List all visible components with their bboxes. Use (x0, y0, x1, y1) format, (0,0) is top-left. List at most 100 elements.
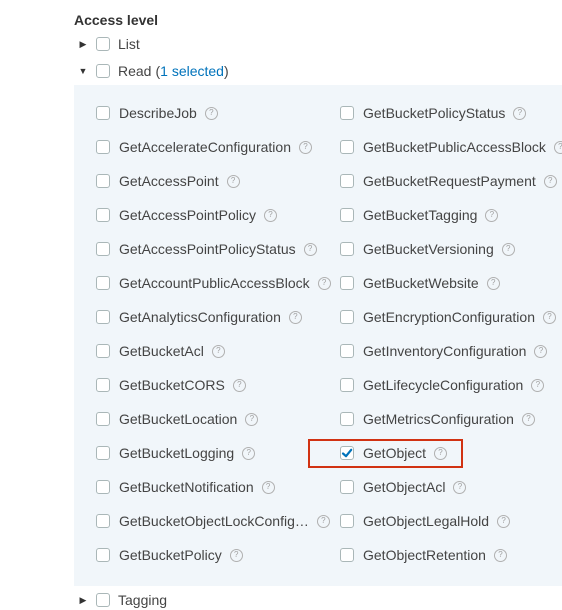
action-checkbox[interactable] (96, 344, 110, 358)
group-row-tagging[interactable]: ▶ Tagging (76, 590, 168, 610)
group-checkbox-read[interactable] (96, 64, 110, 78)
help-icon[interactable]: ? (245, 412, 259, 426)
action-row[interactable]: GetBucketWebsite? (340, 273, 500, 293)
selected-count-link[interactable]: 1 selected (160, 63, 224, 79)
help-icon[interactable]: ? (204, 106, 218, 120)
action-row[interactable]: GetObjectRetention? (340, 545, 507, 565)
action-checkbox[interactable] (340, 310, 354, 324)
action-row[interactable]: GetAccountPublicAccessBlock? (96, 273, 331, 293)
action-label: GetAnalyticsConfiguration (119, 309, 281, 325)
action-checkbox[interactable] (96, 208, 110, 222)
action-checkbox[interactable] (96, 480, 110, 494)
help-icon[interactable]: ? (534, 344, 548, 358)
action-label: DescribeJob (119, 105, 197, 121)
action-row[interactable]: GetObjectAcl? (340, 477, 467, 497)
action-checkbox[interactable] (96, 242, 110, 256)
help-icon[interactable]: ? (229, 548, 243, 562)
group-row-read[interactable]: ▼ Read ( 1 selected ) (76, 61, 229, 81)
action-row[interactable]: GetAccessPointPolicy? (96, 205, 277, 225)
action-row[interactable]: GetBucketAcl? (96, 341, 225, 361)
help-icon[interactable]: ? (497, 514, 511, 528)
action-row[interactable]: GetBucketLocation? (96, 409, 259, 429)
action-row[interactable]: GetBucketVersioning? (340, 239, 515, 259)
action-row[interactable]: DescribeJob? (96, 103, 218, 123)
action-checkbox[interactable] (96, 446, 110, 460)
help-icon[interactable]: ? (501, 242, 515, 256)
action-row[interactable]: GetInventoryConfiguration? (340, 341, 548, 361)
action-row[interactable]: GetBucketObjectLockConfig…? (96, 511, 330, 531)
action-checkbox[interactable] (340, 208, 354, 222)
action-row[interactable]: GetBucketTagging? (340, 205, 499, 225)
help-icon[interactable]: ? (486, 276, 500, 290)
action-row[interactable]: GetLifecycleConfiguration? (340, 375, 545, 395)
help-icon[interactable]: ? (485, 208, 499, 222)
help-icon[interactable]: ? (543, 310, 556, 324)
action-row[interactable]: GetBucketPolicy? (96, 545, 243, 565)
action-row[interactable]: GetBucketRequestPayment? (340, 171, 557, 191)
help-icon[interactable]: ? (211, 344, 225, 358)
action-label: GetAccessPointPolicy (119, 207, 256, 223)
help-icon[interactable]: ? (299, 140, 312, 154)
caret-right-icon[interactable]: ▶ (76, 39, 90, 50)
action-row[interactable]: GetBucketNotification? (96, 477, 275, 497)
action-row[interactable]: GetAnalyticsConfiguration? (96, 307, 302, 327)
action-row[interactable]: GetBucketLogging? (96, 443, 256, 463)
help-icon[interactable]: ? (317, 276, 331, 290)
action-row[interactable]: GetBucketPolicyStatus? (340, 103, 527, 123)
help-icon[interactable]: ? (263, 208, 277, 222)
action-row[interactable]: GetAccessPoint? (96, 171, 240, 191)
action-checkbox[interactable] (96, 174, 110, 188)
action-row[interactable]: GetEncryptionConfiguration? (340, 307, 556, 327)
action-label: GetEncryptionConfiguration (363, 309, 535, 325)
help-icon[interactable]: ? (453, 480, 467, 494)
help-icon[interactable]: ? (288, 310, 302, 324)
action-label: GetBucketRequestPayment (363, 173, 536, 189)
action-label: GetObjectLegalHold (363, 513, 490, 529)
action-checkbox[interactable] (340, 480, 354, 494)
action-checkbox[interactable] (340, 276, 354, 290)
action-row[interactable]: GetMetricsConfiguration? (340, 409, 535, 429)
action-checkbox[interactable] (340, 106, 354, 120)
help-icon[interactable]: ? (303, 242, 317, 256)
group-checkbox-list[interactable] (96, 37, 110, 51)
help-icon[interactable]: ? (226, 174, 240, 188)
group-label-tagging: Tagging (118, 592, 168, 608)
action-checkbox[interactable] (96, 412, 110, 426)
action-row[interactable]: GetAccelerateConfiguration? (96, 137, 312, 157)
action-checkbox[interactable] (96, 106, 110, 120)
help-icon[interactable]: ? (242, 446, 256, 460)
action-checkbox[interactable] (96, 514, 110, 528)
help-icon[interactable]: ? (553, 140, 562, 154)
action-checkbox[interactable] (340, 140, 354, 154)
action-checkbox[interactable] (96, 310, 110, 324)
action-checkbox[interactable] (340, 514, 354, 528)
action-row[interactable]: GetObjectLegalHold? (340, 511, 511, 531)
action-row[interactable]: GetAccessPointPolicyStatus? (96, 239, 317, 259)
action-row[interactable]: GetBucketPublicAccessBlock? (340, 137, 562, 157)
help-icon[interactable]: ? (543, 174, 557, 188)
action-checkbox[interactable] (340, 548, 354, 562)
action-label: GetBucketPublicAccessBlock (363, 139, 546, 155)
action-label: GetMetricsConfiguration (363, 411, 514, 427)
action-checkbox[interactable] (340, 174, 354, 188)
help-icon[interactable]: ? (513, 106, 527, 120)
action-checkbox[interactable] (340, 242, 354, 256)
action-checkbox[interactable] (340, 344, 354, 358)
help-icon[interactable]: ? (232, 378, 246, 392)
caret-right-icon[interactable]: ▶ (76, 595, 90, 606)
action-checkbox[interactable] (340, 378, 354, 392)
action-row[interactable]: GetBucketCORS? (96, 375, 246, 395)
caret-down-icon[interactable]: ▼ (76, 66, 90, 76)
help-icon[interactable]: ? (316, 514, 330, 528)
action-checkbox[interactable] (96, 140, 110, 154)
action-checkbox[interactable] (96, 548, 110, 562)
help-icon[interactable]: ? (261, 480, 275, 494)
help-icon[interactable]: ? (531, 378, 545, 392)
help-icon[interactable]: ? (521, 412, 535, 426)
action-checkbox[interactable] (340, 412, 354, 426)
action-checkbox[interactable] (96, 378, 110, 392)
action-checkbox[interactable] (96, 276, 110, 290)
action-label: GetBucketAcl (119, 343, 204, 359)
group-row-list[interactable]: ▶ List (76, 34, 140, 54)
help-icon[interactable]: ? (493, 548, 507, 562)
